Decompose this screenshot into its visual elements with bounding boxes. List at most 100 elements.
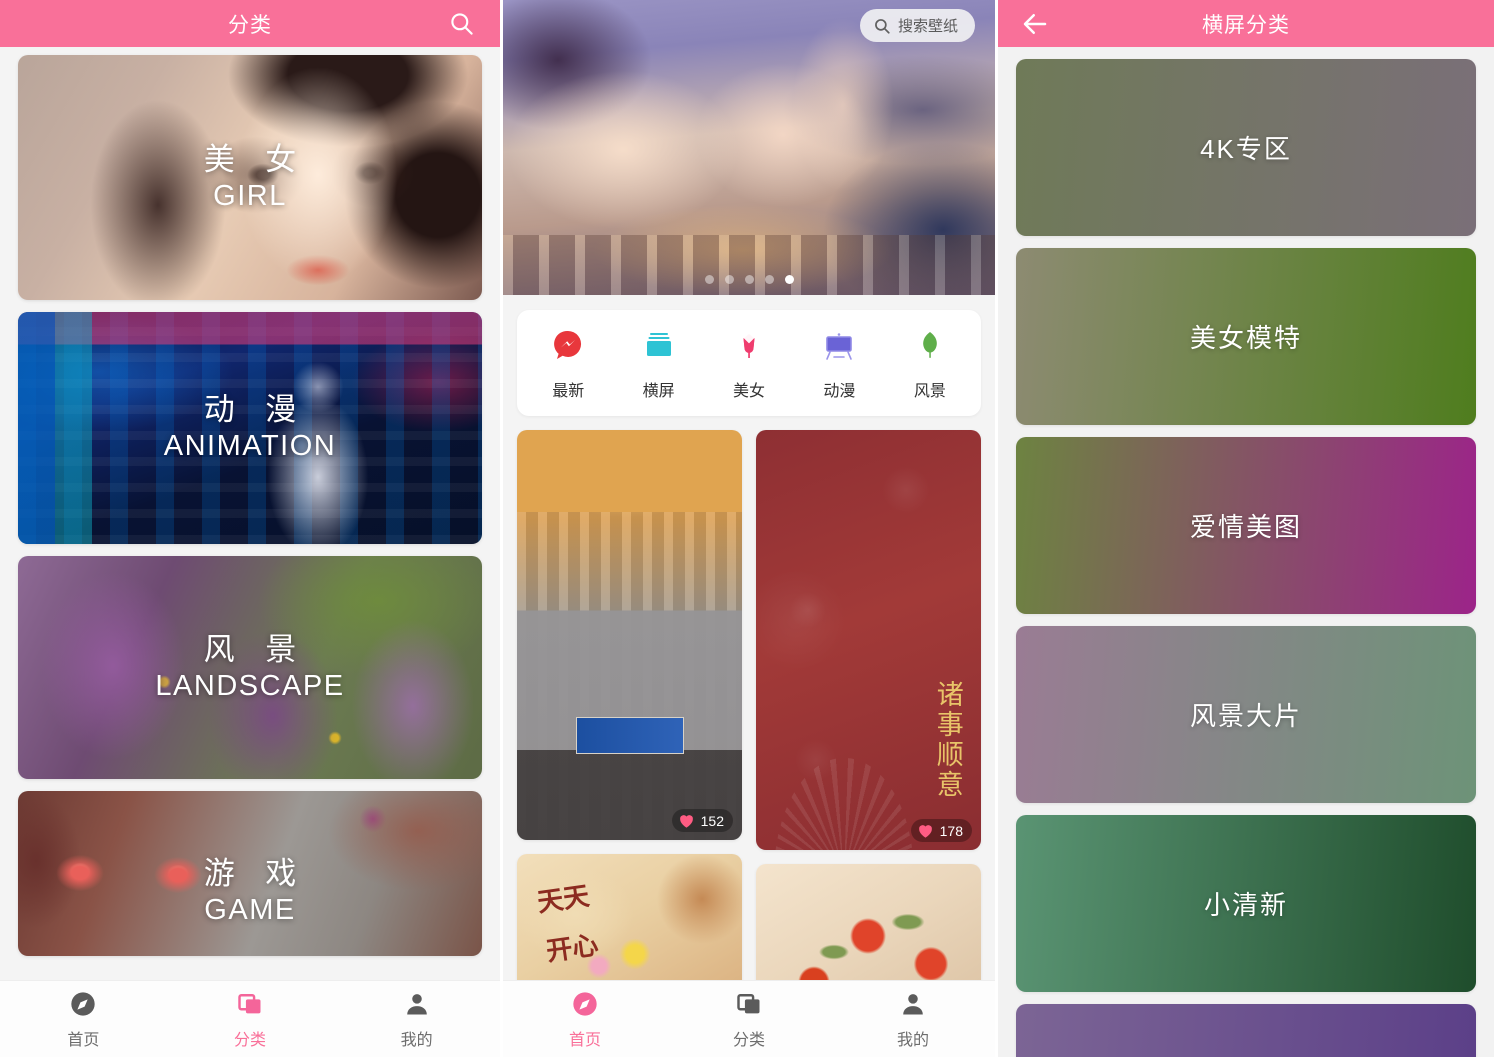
category-name-cn: 风 景	[203, 631, 308, 667]
quick-category-bar: 最新 横屏 美女 动漫 风景	[517, 310, 981, 416]
tab-label: 首页	[568, 1031, 601, 1049]
person-icon	[402, 989, 432, 1019]
quick-item-girl[interactable]: 美女	[704, 327, 794, 401]
tab-categories[interactable]: 分类	[667, 989, 831, 1050]
tab-label: 分类	[732, 1031, 765, 1049]
compass-icon	[570, 989, 600, 1019]
wallpaper-text: 天天	[535, 880, 592, 918]
category-card-game[interactable]: 游 戏 GAME	[18, 791, 482, 956]
bottom-tab-bar: 首页 分类 我的	[0, 980, 500, 1057]
landscape-card-love[interactable]: 爱情美图	[1016, 437, 1476, 614]
wallpaper-detail	[575, 717, 684, 754]
home-content: 搜索壁纸 最新 横屏 美女 动漫 风景 152 天天 开心 诸事顺意 178	[503, 0, 995, 1010]
like-count: 178	[939, 822, 963, 839]
carousel-dot[interactable]	[724, 275, 734, 284]
tulip-icon	[730, 327, 768, 365]
quick-item-label: 横屏	[642, 383, 675, 400]
category-name-en: ANIMATION	[163, 430, 337, 463]
wallpaper-grid: 152 天天 开心 诸事顺意 178	[517, 430, 981, 1009]
landscape-header: 横屏分类	[998, 0, 1494, 47]
landscape-frame-icon	[640, 327, 678, 365]
bottom-tab-bar: 首页 分类 我的	[503, 980, 995, 1057]
tab-categories[interactable]: 分类	[167, 989, 334, 1050]
category-label: 动 漫 ANIMATION	[164, 391, 336, 464]
landscape-card-anime[interactable]: 动漫卡通	[1016, 1004, 1476, 1057]
carousel-dot-active[interactable]	[784, 275, 794, 284]
category-name-en: LANDSCAPE	[155, 669, 345, 702]
category-name-en: GAME	[204, 893, 296, 926]
three-phone-screenshots: 分类 美 女 GIRL 动 漫 ANIMATION 风 景 LANDSCAPE …	[0, 0, 1500, 1057]
easel-icon	[820, 327, 858, 365]
landscape-card-scenery[interactable]: 风景大片	[1016, 626, 1476, 803]
layers-icon	[235, 989, 265, 1019]
tab-label: 首页	[67, 1031, 100, 1049]
quick-item-label: 风景	[913, 383, 946, 400]
wallpaper-card[interactable]: 152	[517, 430, 742, 840]
landscape-card-model[interactable]: 美女模特	[1016, 248, 1476, 425]
heart-icon	[918, 825, 932, 838]
category-card-girl[interactable]: 美 女 GIRL	[18, 55, 482, 300]
leaf-icon	[911, 327, 949, 365]
categories-header: 分类	[0, 0, 500, 47]
hero-carousel[interactable]: 搜索壁纸	[503, 0, 995, 295]
landscape-card-label: 4K专区	[1200, 134, 1292, 164]
search-input[interactable]: 搜索壁纸	[859, 9, 975, 42]
like-count: 152	[700, 812, 724, 829]
wallpaper-text: 开心	[544, 929, 601, 967]
page-title: 横屏分类	[1202, 13, 1290, 37]
wallpaper-column-left: 152 天天 开心	[517, 430, 742, 1009]
landscape-card-4k[interactable]: 4K专区	[1016, 59, 1476, 236]
quick-item-anime[interactable]: 动漫	[794, 327, 884, 401]
carousel-dot[interactable]	[744, 275, 754, 284]
like-badge[interactable]: 178	[910, 819, 972, 842]
landscape-card-label: 风景大片	[1189, 701, 1302, 731]
category-label: 游 戏 GAME	[193, 855, 308, 928]
compass-icon	[68, 989, 98, 1019]
carousel-dot[interactable]	[764, 275, 774, 284]
heart-icon	[679, 815, 693, 828]
tab-home[interactable]: 首页	[0, 989, 167, 1050]
landscape-card-label: 爱情美图	[1189, 512, 1302, 542]
landscape-card-fresh[interactable]: 小清新	[1016, 815, 1476, 992]
category-name-cn: 美 女	[203, 141, 308, 177]
wallpaper-column-right: 诸事顺意 178	[756, 430, 981, 1009]
wallpaper-detail	[774, 757, 914, 850]
like-badge[interactable]: 152	[671, 809, 733, 832]
page-title: 分类	[228, 13, 272, 37]
landscape-category-list: 4K专区 美女模特 爱情美图 风景大片 小清新 动漫卡通	[998, 47, 1494, 1057]
layers-icon	[734, 989, 764, 1019]
arrow-left-icon[interactable]	[1018, 7, 1052, 41]
tab-home[interactable]: 首页	[503, 989, 667, 1050]
landscape-card-label: 美女模特	[1189, 323, 1302, 353]
wallpaper-card[interactable]: 诸事顺意 178	[756, 430, 981, 850]
category-card-landscape[interactable]: 风 景 LANDSCAPE	[18, 556, 482, 779]
carousel-dots	[503, 275, 995, 284]
carousel-image-detail	[503, 235, 995, 295]
categories-list: 美 女 GIRL 动 漫 ANIMATION 风 景 LANDSCAPE 游 戏…	[0, 47, 500, 1057]
search-placeholder: 搜索壁纸	[897, 18, 958, 35]
category-card-animation[interactable]: 动 漫 ANIMATION	[18, 312, 482, 544]
tab-mine[interactable]: 我的	[333, 989, 500, 1050]
tab-label: 我的	[896, 1031, 929, 1049]
quick-item-label: 美女	[733, 383, 766, 400]
panel-categories: 分类 美 女 GIRL 动 漫 ANIMATION 风 景 LANDSCAPE …	[0, 0, 500, 1057]
panel-landscape-categories: 横屏分类 4K专区 美女模特 爱情美图 风景大片 小清新 动漫卡通	[998, 0, 1494, 1057]
flash-bubble-icon	[549, 327, 587, 365]
category-name-en: GIRL	[213, 179, 287, 212]
tab-label: 分类	[234, 1031, 267, 1049]
quick-item-landscape-screen[interactable]: 横屏	[613, 327, 703, 401]
quick-item-label: 动漫	[823, 383, 856, 400]
quick-item-latest[interactable]: 最新	[523, 327, 613, 401]
quick-item-scenery[interactable]: 风景	[885, 327, 975, 401]
category-name-cn: 动 漫	[203, 392, 308, 428]
search-icon	[875, 18, 890, 34]
carousel-dot[interactable]	[704, 275, 714, 284]
tab-mine[interactable]: 我的	[831, 989, 995, 1050]
category-name-cn: 游 戏	[203, 855, 308, 891]
category-label: 风 景 LANDSCAPE	[155, 631, 344, 704]
wallpaper-greeting: 诸事顺意	[932, 679, 963, 800]
category-label: 美 女 GIRL	[193, 141, 308, 214]
search-icon[interactable]	[444, 7, 478, 41]
quick-item-label: 最新	[552, 383, 585, 400]
panel-home: 搜索壁纸 最新 横屏 美女 动漫 风景 152 天天 开心 诸事顺意 178 首…	[500, 0, 998, 1057]
